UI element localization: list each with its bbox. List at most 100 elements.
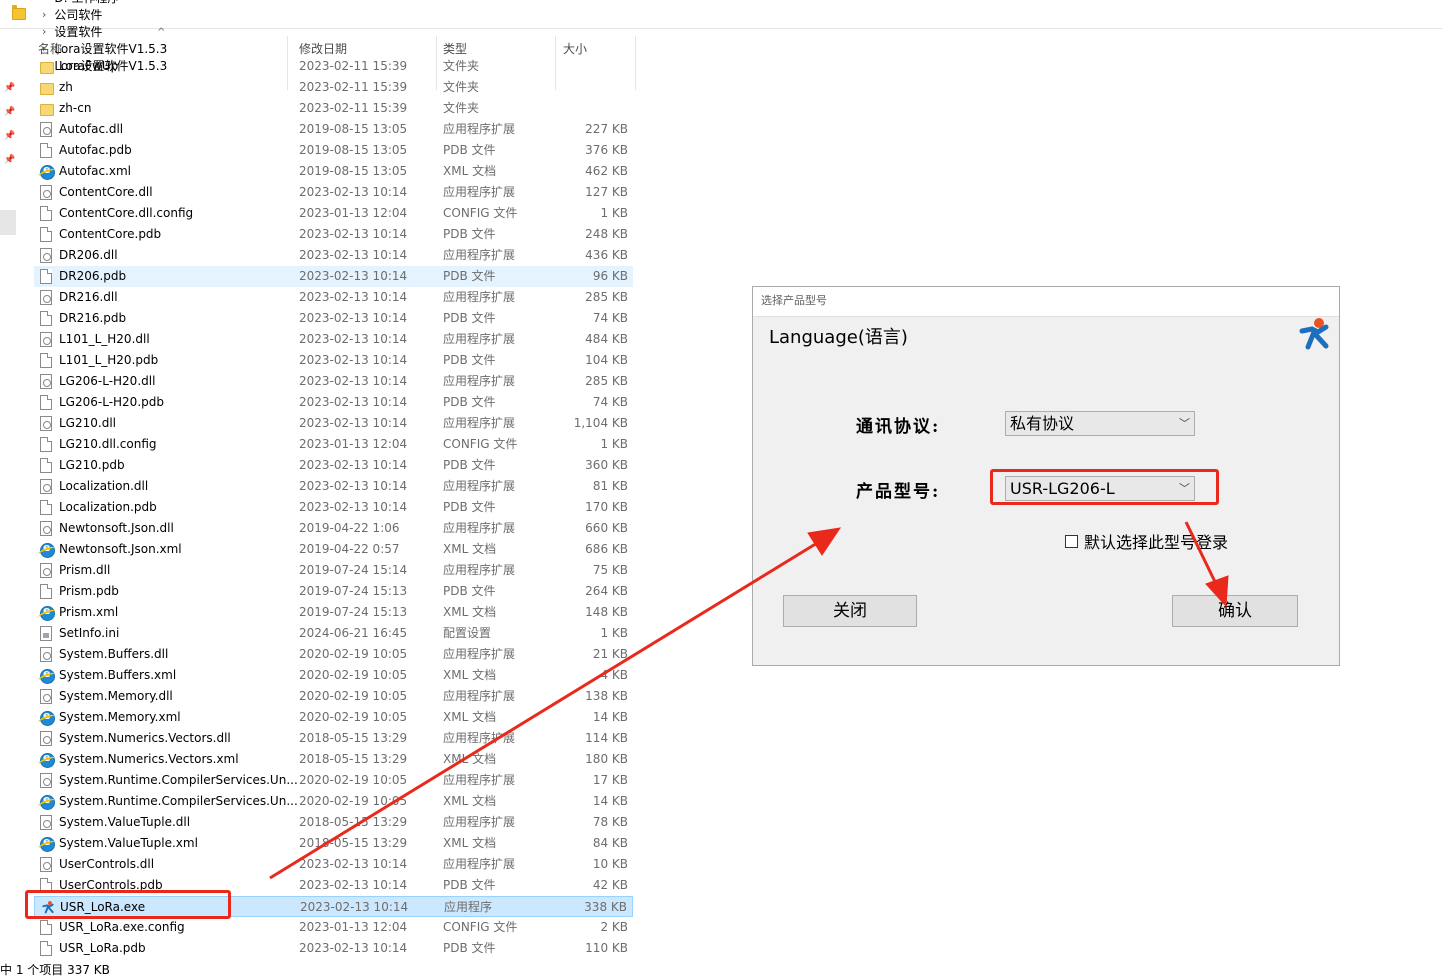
pin-icon[interactable]: 📌: [4, 84, 15, 93]
model-dropdown[interactable]: USR-LG206-L ﹀: [1005, 476, 1195, 501]
file-row[interactable]: System.Runtime.CompilerServices.Un...202…: [34, 791, 633, 812]
pin-icon[interactable]: 📌: [4, 108, 15, 117]
confirm-button[interactable]: 确认: [1172, 595, 1298, 627]
xml-icon: [40, 835, 55, 852]
file-row[interactable]: System.ValueTuple.dll 2018-05-15 13:29 应用程…: [34, 812, 633, 833]
close-button[interactable]: 关闭: [783, 595, 917, 627]
file-row[interactable]: Newtonsoft.Json.dll 2019-04-22 1:06 应用程序扩展…: [34, 518, 633, 539]
file-date: 2023-02-13 10:14: [299, 479, 408, 493]
file-type: CONFIG 文件: [443, 437, 518, 451]
file-date: 2019-07-24 15:14: [299, 563, 408, 577]
file-name: LG210.pdb: [59, 458, 125, 472]
file-row[interactable]: Newtonsoft.Json.xml 2019-04-22 0:57 XML 文档…: [34, 539, 633, 560]
nav-pane-scrollbar[interactable]: [0, 210, 16, 235]
dialog-title: 选择产品型号: [753, 287, 1339, 317]
file-date: 2020-02-19 10:05: [299, 794, 408, 808]
file-row[interactable]: LG206-L-H20.pdb 2023-02-13 10:14 PDB 文件 74 …: [34, 392, 633, 413]
file-row[interactable]: ContentCore.dll 2023-02-13 10:14 应用程序扩展 127…: [34, 182, 633, 203]
file-row[interactable]: ContentCore.dll.config 2023-01-13 12:04 CO…: [34, 203, 633, 224]
file-name: DR206.dll: [59, 248, 118, 262]
file-row[interactable]: DR206.dll 2023-02-13 10:14 应用程序扩展 436 KB: [34, 245, 633, 266]
file-size: 180 KB: [585, 752, 628, 766]
file-row[interactable]: System.Numerics.Vectors.dll 2018-05-15 13…: [34, 728, 633, 749]
file-row[interactable]: System.Buffers.xml 2020-02-19 10:05 XML 文档…: [34, 665, 633, 686]
file-row[interactable]: ContentCore.pdb 2023-02-13 10:14 PDB 文件 248…: [34, 224, 633, 245]
annotation-highlight-box: [25, 890, 231, 919]
file-row[interactable]: USR_LoRa.exe.config 2023-01-13 12:04 CONFI…: [34, 917, 633, 938]
file-size: 10 KB: [592, 857, 628, 871]
chevron-right-icon[interactable]: ›: [42, 8, 46, 21]
pin-icon[interactable]: 📌: [4, 156, 15, 165]
file-name: LG206-L-H20.dll: [59, 374, 156, 388]
file-row[interactable]: System.Memory.dll 2020-02-19 10:05 应用程序扩展 1…: [34, 686, 633, 707]
file-date: 2023-02-13 10:14: [299, 185, 408, 199]
file-row[interactable]: zh 2023-02-11 15:39 文件夹: [34, 77, 633, 98]
file-name: USR_LoRa.pdb: [59, 941, 146, 955]
file-size: 78 KB: [592, 815, 628, 829]
folder-icon: [40, 104, 54, 116]
file-size: 436 KB: [585, 248, 628, 262]
file-name: Autofac.dll: [59, 122, 124, 136]
xml-icon: [40, 751, 55, 768]
file-row[interactable]: System.Memory.xml 2020-02-19 10:05 XML 文档 1…: [34, 707, 633, 728]
file-size: 227 KB: [585, 122, 628, 136]
column-divider[interactable]: [635, 36, 636, 90]
file-row[interactable]: Localization.dll 2023-02-13 10:14 应用程序扩展 81…: [34, 476, 633, 497]
file-row[interactable]: LG206-L-H20.dll 2023-02-13 10:14 应用程序扩展 285…: [34, 371, 633, 392]
file-row[interactable]: LG210.dll 2023-02-13 10:14 应用程序扩展 1,104 KB: [34, 413, 633, 434]
file-type: XML 文档: [443, 710, 497, 724]
file-row[interactable]: L101_L_H20.pdb 2023-02-13 10:14 PDB 文件 104 …: [34, 350, 633, 371]
file-row[interactable]: L101_L_H20.dll 2023-02-13 10:14 应用程序扩展 484 …: [34, 329, 633, 350]
file-icon: [40, 227, 52, 242]
file-row[interactable]: LoraFwUp 2023-02-11 15:39 文件夹: [34, 56, 633, 77]
file-type: 应用程序扩展: [443, 332, 516, 346]
file-row[interactable]: USR_LoRa.pdb 2023-02-13 10:14 PDB 文件 110 KB: [34, 938, 633, 959]
file-type: PDB 文件: [443, 395, 496, 409]
address-bar[interactable]: ›此电脑›软件 (D:)›D: 工作程序›公司软件›设置软件›Lora设置软件V…: [0, 0, 1442, 73]
file-type: 文件夹: [443, 80, 480, 94]
file-row[interactable]: Prism.xml 2019-07-24 15:13 XML 文档 148 KB: [34, 602, 633, 623]
file-type: CONFIG 文件: [443, 920, 518, 934]
file-row[interactable]: Autofac.xml 2019-08-15 13:05 XML 文档 462 KB: [34, 161, 633, 182]
dll-icon: [40, 374, 52, 389]
file-row[interactable]: UserControls.dll 2023-02-13 10:14 应用程序扩展 10…: [34, 854, 633, 875]
file-type: 应用程序扩展: [443, 290, 516, 304]
file-row[interactable]: DR216.pdb 2023-02-13 10:14 PDB 文件 74 KB: [34, 308, 633, 329]
checkbox-box[interactable]: [1065, 534, 1078, 548]
file-row[interactable]: SetInfo.ini 2024-06-21 16:45 配置设置 1 KB: [34, 623, 633, 644]
file-row[interactable]: Autofac.pdb 2019-08-15 13:05 PDB 文件 376 KB: [34, 140, 633, 161]
breadcrumb-item[interactable]: › 公司软件: [32, 6, 167, 23]
language-link[interactable]: Language(语言): [769, 323, 908, 349]
file-row[interactable]: System.Runtime.CompilerServices.Un...202…: [34, 770, 633, 791]
ini-icon: [40, 626, 52, 641]
file-row[interactable]: LG210.pdb 2023-02-13 10:14 PDB 文件 360 KB: [34, 455, 633, 476]
file-icon: [40, 584, 52, 599]
file-name: System.ValueTuple.dll: [59, 815, 191, 829]
file-type: XML 文档: [443, 836, 497, 850]
file-row[interactable]: System.ValueTuple.xml 2018-05-15 13:29 XML…: [34, 833, 633, 854]
file-row[interactable]: zh-cn 2023-02-11 15:39 文件夹: [34, 98, 633, 119]
file-date: 2019-07-24 15:13: [299, 605, 408, 619]
file-row[interactable]: Autofac.dll 2019-08-15 13:05 应用程序扩展 227 KB: [34, 119, 633, 140]
chevron-right-icon[interactable]: ›: [42, 0, 46, 4]
file-row[interactable]: LG210.dll.config 2023-01-13 12:04 CONFIG 文…: [34, 434, 633, 455]
pin-icon[interactable]: 📌: [4, 132, 15, 141]
file-type: PDB 文件: [443, 878, 496, 892]
file-date: 2019-08-15 13:05: [299, 164, 408, 178]
file-row[interactable]: Localization.pdb 2023-02-13 10:14 PDB 文件 17…: [34, 497, 633, 518]
default-model-checkbox[interactable]: 默认选择此型号登录: [1065, 529, 1228, 553]
file-row[interactable]: Prism.dll 2019-07-24 15:14 应用程序扩展 75 KB: [34, 560, 633, 581]
sort-ascending-icon: ^: [157, 27, 166, 38]
file-row[interactable]: DR216.dll 2023-02-13 10:14 应用程序扩展 285 KB: [34, 287, 633, 308]
file-row[interactable]: System.Numerics.Vectors.xml 2018-05-15 13…: [34, 749, 633, 770]
file-icon: [40, 437, 52, 452]
file-row[interactable]: Prism.pdb 2019-07-24 15:13 PDB 文件 264 KB: [34, 581, 633, 602]
file-size: 96 KB: [592, 269, 628, 283]
file-row[interactable]: System.Buffers.dll 2020-02-19 10:05 应用程序扩展…: [34, 644, 633, 665]
file-date: 2023-02-13 10:14: [299, 458, 408, 472]
file-name: LG210.dll.config: [59, 437, 157, 451]
protocol-dropdown[interactable]: 私有协议 ﹀: [1005, 411, 1195, 436]
model-value: USR-LG206-L: [1010, 479, 1115, 498]
file-row[interactable]: DR206.pdb 2023-02-13 10:14 PDB 文件 96 KB: [34, 266, 633, 287]
file-date: 2020-02-19 10:05: [299, 773, 408, 787]
